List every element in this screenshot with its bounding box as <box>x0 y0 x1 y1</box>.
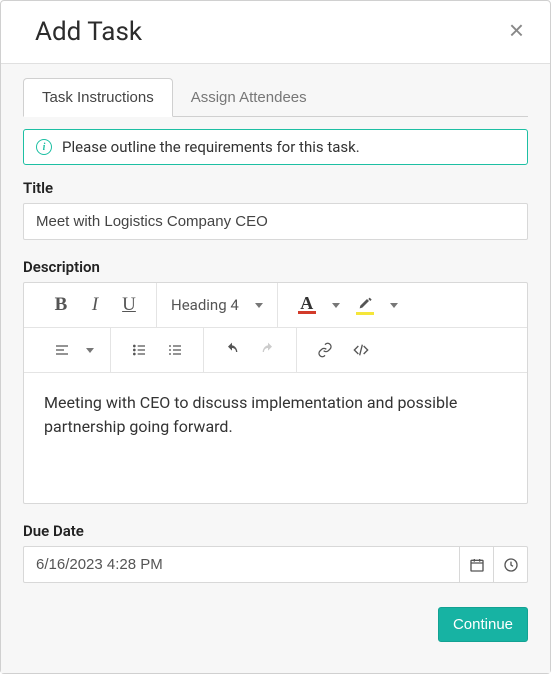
numbered-list-button[interactable] <box>157 336 193 364</box>
due-date-row <box>23 546 528 583</box>
italic-button[interactable]: I <box>78 291 112 319</box>
modal-title: Add Task <box>35 17 142 47</box>
code-button[interactable] <box>343 336 379 364</box>
description-label: Description <box>23 258 528 276</box>
due-date-field: Due Date <box>23 522 528 583</box>
footer-actions: Continue <box>23 593 528 642</box>
editor-toolbar-row-1: B I U Heading 4 <box>24 283 527 328</box>
modal-header: Add Task × <box>1 1 550 63</box>
highlight-color-swatch <box>356 312 374 315</box>
tab-task-instructions[interactable]: Task Instructions <box>23 78 173 117</box>
chevron-down-icon <box>332 303 340 308</box>
highlight-color-button[interactable] <box>346 291 384 319</box>
align-dropdown[interactable] <box>80 336 100 364</box>
bold-button[interactable]: B <box>44 291 78 319</box>
undo-button[interactable] <box>214 336 250 364</box>
info-icon: i <box>36 139 52 155</box>
text-color-dropdown[interactable] <box>326 291 346 319</box>
add-task-modal: Add Task × Task Instructions Assign Atte… <box>0 0 551 674</box>
description-editor[interactable]: Meeting with CEO to discuss implementati… <box>24 373 527 503</box>
toolbar-group-colors: A <box>278 291 414 319</box>
description-field: Description B I U Heading 4 <box>23 258 528 504</box>
due-date-label: Due Date <box>23 522 528 540</box>
due-date-input[interactable] <box>24 547 459 582</box>
time-button[interactable] <box>493 547 527 582</box>
chevron-down-icon <box>390 303 398 308</box>
toolbar-group-align <box>34 336 110 364</box>
rich-text-editor: B I U Heading 4 <box>23 282 528 504</box>
toolbar-group-heading: Heading 4 <box>157 291 277 319</box>
toolbar-group-insert <box>297 336 389 364</box>
calendar-icon <box>469 557 485 573</box>
align-button[interactable] <box>44 336 80 364</box>
heading-dropdown[interactable]: Heading 4 <box>167 294 267 316</box>
chevron-down-icon <box>86 348 94 353</box>
clock-icon <box>503 557 519 573</box>
info-banner: i Please outline the requirements for th… <box>23 129 528 165</box>
continue-button[interactable]: Continue <box>438 607 528 642</box>
toolbar-group-history <box>204 336 296 364</box>
text-color-button[interactable]: A <box>288 291 326 319</box>
calendar-button[interactable] <box>459 547 493 582</box>
modal-body: Task Instructions Assign Attendees i Ple… <box>1 63 550 673</box>
title-input[interactable] <box>23 203 528 240</box>
tabs: Task Instructions Assign Attendees <box>23 78 528 117</box>
editor-toolbar-row-2 <box>24 328 527 373</box>
title-label: Title <box>23 179 528 197</box>
text-color-icon: A <box>298 296 316 314</box>
info-banner-text: Please outline the requirements for this… <box>62 138 360 156</box>
highlight-color-dropdown[interactable] <box>384 291 404 319</box>
chevron-down-icon <box>255 303 263 308</box>
redo-button[interactable] <box>250 336 286 364</box>
link-button[interactable] <box>307 336 343 364</box>
close-button[interactable]: × <box>505 17 528 43</box>
bullet-list-button[interactable] <box>121 336 157 364</box>
toolbar-group-lists <box>111 336 203 364</box>
title-field: Title <box>23 179 528 240</box>
toolbar-group-text-style: B I U <box>34 291 156 319</box>
tab-assign-attendees[interactable]: Assign Attendees <box>173 78 325 117</box>
text-color-swatch <box>298 311 316 314</box>
underline-button[interactable]: U <box>112 291 146 319</box>
heading-dropdown-label: Heading 4 <box>171 296 239 314</box>
highlight-icon <box>356 295 374 315</box>
